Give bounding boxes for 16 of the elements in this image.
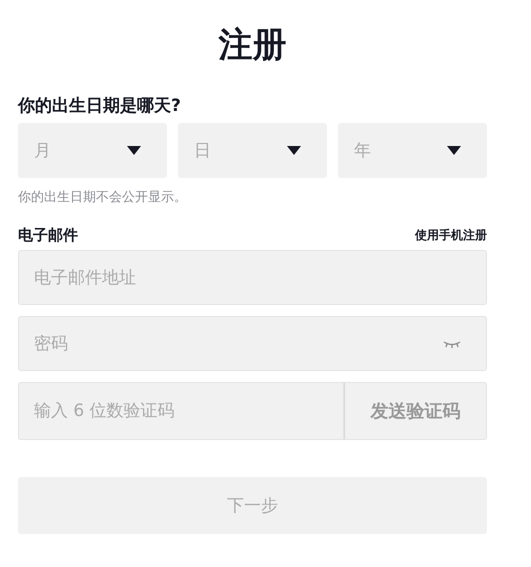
email-label: 电子邮件 <box>18 225 78 246</box>
dropdown[interactable]: 日 <box>178 123 327 178</box>
closed-eye-icon[interactable] <box>443 340 461 348</box>
dropdown[interactable]: 年 <box>338 123 487 178</box>
caret-icon <box>447 146 461 155</box>
code-field[interactable]: 输入 6 位数验证码 <box>18 382 344 440</box>
send-code-button[interactable]: 发送验证码 <box>344 382 487 440</box>
birthday-label: 你的出生日期是哪天? <box>18 95 182 118</box>
caret-icon <box>287 146 301 155</box>
email-field[interactable]: 电子邮件地址 <box>18 250 487 305</box>
dropdown[interactable]: 月 <box>18 123 167 178</box>
birthday-hint: 你的出生日期不会公开显示。 <box>18 189 188 207</box>
password-field[interactable]: 密码 <box>18 316 487 371</box>
caret-icon <box>127 146 141 155</box>
page-title: 注册 <box>217 24 288 67</box>
phone-signup-link[interactable]: 使用手机注册 <box>415 224 487 246</box>
